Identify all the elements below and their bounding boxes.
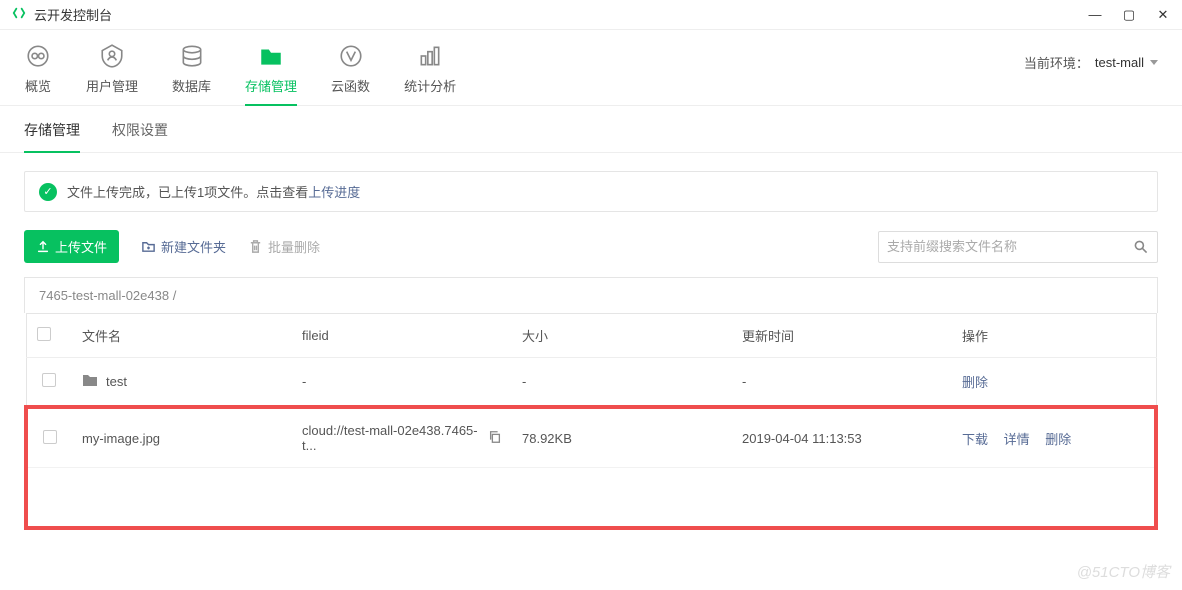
header-time: 更新时间 — [732, 314, 952, 358]
nav-storage[interactable]: 存储管理 — [245, 42, 297, 105]
tab-storage[interactable]: 存储管理 — [24, 120, 80, 152]
storage-icon — [257, 42, 285, 70]
header-name: 文件名 — [72, 314, 292, 358]
delete-link[interactable]: 删除 — [1045, 432, 1071, 447]
file-size: 78.92KB — [512, 407, 732, 468]
nav-user[interactable]: 用户管理 — [86, 42, 138, 105]
file-time: - — [732, 358, 952, 408]
nav-database[interactable]: 数据库 — [172, 42, 211, 105]
chevron-down-icon — [1150, 60, 1158, 65]
search-icon — [1133, 239, 1149, 255]
overview-icon — [24, 42, 52, 70]
watermark: @51CTO博客 — [1077, 561, 1170, 582]
content: ✓ 文件上传完成，已上传1项文件。点击查看上传进度 上传文件 新建文件夹 批量删… — [0, 153, 1182, 548]
file-size: - — [512, 358, 732, 408]
maximize-button[interactable]: ▢ — [1122, 7, 1136, 23]
close-button[interactable]: ✕ — [1156, 7, 1170, 23]
window-controls: — ▢ ✕ — [1088, 7, 1170, 23]
select-all-checkbox[interactable] — [37, 327, 51, 341]
minimize-button[interactable]: — — [1088, 7, 1102, 23]
function-icon — [337, 42, 365, 70]
nav-overview[interactable]: 概览 — [24, 42, 52, 105]
stats-icon — [416, 42, 444, 70]
alert-link[interactable]: 上传进度 — [308, 185, 360, 200]
file-name: test — [106, 374, 127, 389]
user-icon — [98, 42, 126, 70]
search-box[interactable] — [878, 231, 1158, 263]
top-nav: 概览 用户管理 数据库 存储管理 云函数 统计分析 当前环境： test-mal… — [0, 30, 1182, 106]
env-name: test-mall — [1095, 55, 1144, 70]
nav-label: 云函数 — [331, 76, 370, 95]
nav-label: 存储管理 — [245, 76, 297, 95]
trash-icon — [248, 239, 263, 254]
nav-label: 数据库 — [172, 76, 211, 95]
folder-icon — [82, 373, 98, 390]
nav-label: 用户管理 — [86, 76, 138, 95]
download-link[interactable]: 下载 — [962, 432, 988, 447]
newfolder-button[interactable]: 新建文件夹 — [141, 237, 226, 256]
env-selector[interactable]: 当前环境： test-mall — [1024, 53, 1158, 94]
upload-alert: ✓ 文件上传完成，已上传1项文件。点击查看上传进度 — [24, 171, 1158, 212]
row-checkbox[interactable] — [43, 430, 57, 444]
delete-link[interactable]: 删除 — [962, 375, 988, 390]
header-actions: 操作 — [952, 314, 1156, 358]
file-table: 文件名 fileid 大小 更新时间 操作 test - - - 删除 — [24, 313, 1158, 530]
breadcrumb[interactable]: 7465-test-mall-02e438 / — [24, 277, 1158, 313]
header-fileid: fileid — [292, 314, 512, 358]
subtabs: 存储管理 权限设置 — [0, 106, 1182, 153]
file-time: 2019-04-04 11:13:53 — [732, 407, 952, 468]
upload-button[interactable]: 上传文件 — [24, 230, 119, 263]
header-size: 大小 — [512, 314, 732, 358]
tab-permission[interactable]: 权限设置 — [112, 120, 168, 152]
copy-icon[interactable] — [488, 430, 502, 447]
check-icon: ✓ — [39, 183, 57, 201]
env-label: 当前环境： — [1024, 53, 1089, 72]
nav-stats[interactable]: 统计分析 — [404, 42, 456, 105]
folder-plus-icon — [141, 239, 156, 254]
app-logo-icon — [12, 6, 26, 23]
app-title: 云开发控制台 — [34, 5, 112, 24]
upload-icon — [36, 240, 50, 254]
row-checkbox[interactable] — [42, 373, 56, 387]
table-row[interactable]: my-image.jpg cloud://test-mall-02e438.74… — [26, 407, 1156, 468]
database-icon — [178, 42, 206, 70]
nav-label: 概览 — [25, 76, 51, 95]
file-id: cloud://test-mall-02e438.7465-t... — [302, 423, 482, 453]
detail-link[interactable]: 详情 — [1004, 432, 1030, 447]
search-input[interactable] — [887, 239, 1133, 254]
table-row[interactable]: test - - - 删除 — [26, 358, 1156, 408]
titlebar: 云开发控制台 — ▢ ✕ — [0, 0, 1182, 30]
batchdelete-button[interactable]: 批量删除 — [248, 237, 320, 256]
file-id: - — [292, 358, 512, 408]
alert-text: 文件上传完成，已上传1项文件。点击查看 — [67, 185, 308, 200]
file-name: my-image.jpg — [72, 407, 292, 468]
nav-function[interactable]: 云函数 — [331, 42, 370, 105]
toolbar: 上传文件 新建文件夹 批量删除 — [24, 230, 1158, 263]
nav-label: 统计分析 — [404, 76, 456, 95]
